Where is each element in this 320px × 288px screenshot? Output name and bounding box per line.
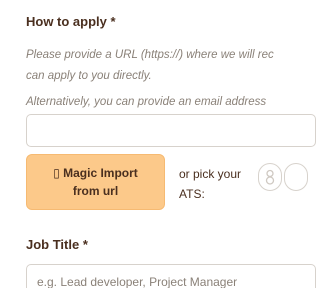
pick-ats-label-line-1: or pick your [179,167,242,181]
ats-logo-icon [265,169,275,185]
magic-import-button[interactable]: ▯ Magic Import from url [26,154,165,210]
how-to-apply-help-line-2: can apply to you directly. [26,70,152,82]
magic-import-label-line-1: ▯ Magic Import [53,166,138,180]
apply-url-field[interactable] [26,114,316,147]
ats-option-button-2[interactable] [284,163,308,191]
how-to-apply-help-line-3: Alternatively, you can provide an email … [26,96,267,108]
pick-ats-label: or pick your ATS: [179,164,241,204]
job-title-label: Job Title * [26,237,88,252]
job-title-field[interactable] [26,264,316,288]
how-to-apply-label: How to apply * [26,14,116,29]
ats-option-button[interactable] [258,163,282,191]
magic-import-label-line-2: from url [72,184,119,198]
how-to-apply-help-line-1: Please provide a URL (https://) where we… [26,49,274,61]
pick-ats-label-line-2: ATS: [179,187,205,201]
